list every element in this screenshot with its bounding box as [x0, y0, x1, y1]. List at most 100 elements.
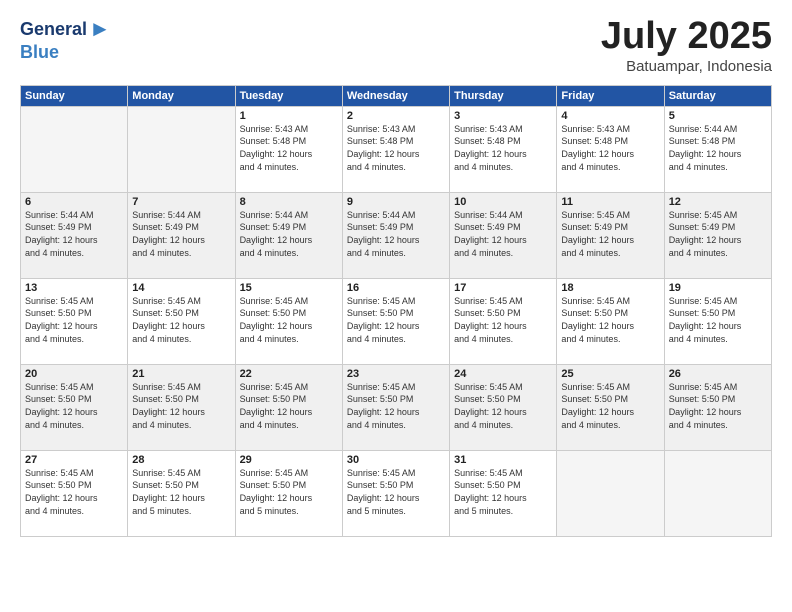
day-info: Sunrise: 5:43 AM Sunset: 5:48 PM Dayligh…: [240, 123, 338, 173]
table-row: 6Sunrise: 5:44 AM Sunset: 5:49 PM Daylig…: [21, 192, 128, 278]
day-number: 7: [132, 196, 230, 208]
table-row: 24Sunrise: 5:45 AM Sunset: 5:50 PM Dayli…: [450, 364, 557, 450]
day-info: Sunrise: 5:45 AM Sunset: 5:50 PM Dayligh…: [454, 295, 552, 345]
day-info: Sunrise: 5:45 AM Sunset: 5:50 PM Dayligh…: [132, 467, 230, 517]
day-info: Sunrise: 5:45 AM Sunset: 5:50 PM Dayligh…: [347, 467, 445, 517]
day-info: Sunrise: 5:45 AM Sunset: 5:50 PM Dayligh…: [669, 295, 767, 345]
calendar-week-row: 6Sunrise: 5:44 AM Sunset: 5:49 PM Daylig…: [21, 192, 772, 278]
table-row: 2Sunrise: 5:43 AM Sunset: 5:48 PM Daylig…: [342, 106, 449, 192]
day-number: 13: [25, 282, 123, 294]
logo-general: General: [20, 19, 87, 40]
day-info: Sunrise: 5:45 AM Sunset: 5:50 PM Dayligh…: [454, 467, 552, 517]
table-row: 12Sunrise: 5:45 AM Sunset: 5:49 PM Dayli…: [664, 192, 771, 278]
day-number: 21: [132, 368, 230, 380]
day-number: 2: [347, 110, 445, 122]
table-row: 30Sunrise: 5:45 AM Sunset: 5:50 PM Dayli…: [342, 450, 449, 536]
table-row: 11Sunrise: 5:45 AM Sunset: 5:49 PM Dayli…: [557, 192, 664, 278]
table-row: 8Sunrise: 5:44 AM Sunset: 5:49 PM Daylig…: [235, 192, 342, 278]
table-row: 16Sunrise: 5:45 AM Sunset: 5:50 PM Dayli…: [342, 278, 449, 364]
table-row: 27Sunrise: 5:45 AM Sunset: 5:50 PM Dayli…: [21, 450, 128, 536]
table-row: 21Sunrise: 5:45 AM Sunset: 5:50 PM Dayli…: [128, 364, 235, 450]
calendar-table: Sunday Monday Tuesday Wednesday Thursday…: [20, 85, 772, 537]
day-number: 11: [561, 196, 659, 208]
day-info: Sunrise: 5:43 AM Sunset: 5:48 PM Dayligh…: [454, 123, 552, 173]
day-info: Sunrise: 5:45 AM Sunset: 5:50 PM Dayligh…: [132, 381, 230, 431]
calendar-week-row: 27Sunrise: 5:45 AM Sunset: 5:50 PM Dayli…: [21, 450, 772, 536]
day-info: Sunrise: 5:44 AM Sunset: 5:49 PM Dayligh…: [454, 209, 552, 259]
calendar-week-row: 20Sunrise: 5:45 AM Sunset: 5:50 PM Dayli…: [21, 364, 772, 450]
table-row: 13Sunrise: 5:45 AM Sunset: 5:50 PM Dayli…: [21, 278, 128, 364]
day-info: Sunrise: 5:45 AM Sunset: 5:50 PM Dayligh…: [25, 295, 123, 345]
table-row: 23Sunrise: 5:45 AM Sunset: 5:50 PM Dayli…: [342, 364, 449, 450]
day-info: Sunrise: 5:45 AM Sunset: 5:49 PM Dayligh…: [561, 209, 659, 259]
day-info: Sunrise: 5:44 AM Sunset: 5:48 PM Dayligh…: [669, 123, 767, 173]
day-number: 14: [132, 282, 230, 294]
day-info: Sunrise: 5:45 AM Sunset: 5:50 PM Dayligh…: [454, 381, 552, 431]
calendar-header-row: Sunday Monday Tuesday Wednesday Thursday…: [21, 85, 772, 106]
day-number: 10: [454, 196, 552, 208]
day-info: Sunrise: 5:45 AM Sunset: 5:50 PM Dayligh…: [132, 295, 230, 345]
day-number: 22: [240, 368, 338, 380]
day-info: Sunrise: 5:44 AM Sunset: 5:49 PM Dayligh…: [132, 209, 230, 259]
day-number: 16: [347, 282, 445, 294]
day-info: Sunrise: 5:44 AM Sunset: 5:49 PM Dayligh…: [25, 209, 123, 259]
table-row: 10Sunrise: 5:44 AM Sunset: 5:49 PM Dayli…: [450, 192, 557, 278]
table-row: 17Sunrise: 5:45 AM Sunset: 5:50 PM Dayli…: [450, 278, 557, 364]
day-number: 17: [454, 282, 552, 294]
table-row: 31Sunrise: 5:45 AM Sunset: 5:50 PM Dayli…: [450, 450, 557, 536]
logo-blue: Blue: [20, 42, 59, 63]
day-number: 1: [240, 110, 338, 122]
day-number: 12: [669, 196, 767, 208]
table-row: 4Sunrise: 5:43 AM Sunset: 5:48 PM Daylig…: [557, 106, 664, 192]
table-row: [557, 450, 664, 536]
table-row: 28Sunrise: 5:45 AM Sunset: 5:50 PM Dayli…: [128, 450, 235, 536]
day-info: Sunrise: 5:45 AM Sunset: 5:50 PM Dayligh…: [347, 381, 445, 431]
day-info: Sunrise: 5:45 AM Sunset: 5:50 PM Dayligh…: [240, 295, 338, 345]
day-number: 15: [240, 282, 338, 294]
table-row: 9Sunrise: 5:44 AM Sunset: 5:49 PM Daylig…: [342, 192, 449, 278]
day-info: Sunrise: 5:45 AM Sunset: 5:50 PM Dayligh…: [25, 381, 123, 431]
table-row: 18Sunrise: 5:45 AM Sunset: 5:50 PM Dayli…: [557, 278, 664, 364]
col-tuesday: Tuesday: [235, 85, 342, 106]
calendar-week-row: 13Sunrise: 5:45 AM Sunset: 5:50 PM Dayli…: [21, 278, 772, 364]
day-number: 30: [347, 454, 445, 466]
day-info: Sunrise: 5:45 AM Sunset: 5:50 PM Dayligh…: [240, 381, 338, 431]
day-number: 18: [561, 282, 659, 294]
location-subtitle: Batuampar, Indonesia: [601, 58, 772, 75]
day-info: Sunrise: 5:44 AM Sunset: 5:49 PM Dayligh…: [240, 209, 338, 259]
day-number: 26: [669, 368, 767, 380]
day-number: 3: [454, 110, 552, 122]
day-info: Sunrise: 5:45 AM Sunset: 5:49 PM Dayligh…: [669, 209, 767, 259]
day-number: 4: [561, 110, 659, 122]
day-info: Sunrise: 5:45 AM Sunset: 5:50 PM Dayligh…: [347, 295, 445, 345]
day-number: 20: [25, 368, 123, 380]
day-number: 6: [25, 196, 123, 208]
day-info: Sunrise: 5:45 AM Sunset: 5:50 PM Dayligh…: [561, 381, 659, 431]
day-info: Sunrise: 5:45 AM Sunset: 5:50 PM Dayligh…: [669, 381, 767, 431]
table-row: 19Sunrise: 5:45 AM Sunset: 5:50 PM Dayli…: [664, 278, 771, 364]
col-sunday: Sunday: [21, 85, 128, 106]
col-thursday: Thursday: [450, 85, 557, 106]
day-number: 29: [240, 454, 338, 466]
table-row: 15Sunrise: 5:45 AM Sunset: 5:50 PM Dayli…: [235, 278, 342, 364]
table-row: 7Sunrise: 5:44 AM Sunset: 5:49 PM Daylig…: [128, 192, 235, 278]
table-row: 1Sunrise: 5:43 AM Sunset: 5:48 PM Daylig…: [235, 106, 342, 192]
day-number: 25: [561, 368, 659, 380]
table-row: 25Sunrise: 5:45 AM Sunset: 5:50 PM Dayli…: [557, 364, 664, 450]
month-title: July 2025: [601, 16, 772, 58]
logo-arrow-icon: ►: [89, 16, 111, 42]
table-row: 29Sunrise: 5:45 AM Sunset: 5:50 PM Dayli…: [235, 450, 342, 536]
table-row: 3Sunrise: 5:43 AM Sunset: 5:48 PM Daylig…: [450, 106, 557, 192]
table-row: [664, 450, 771, 536]
day-number: 24: [454, 368, 552, 380]
day-number: 9: [347, 196, 445, 208]
header: General ► Blue July 2025 Batuampar, Indo…: [20, 16, 772, 75]
day-number: 27: [25, 454, 123, 466]
day-info: Sunrise: 5:45 AM Sunset: 5:50 PM Dayligh…: [25, 467, 123, 517]
col-wednesday: Wednesday: [342, 85, 449, 106]
table-row: [21, 106, 128, 192]
table-row: 20Sunrise: 5:45 AM Sunset: 5:50 PM Dayli…: [21, 364, 128, 450]
day-number: 28: [132, 454, 230, 466]
col-friday: Friday: [557, 85, 664, 106]
day-info: Sunrise: 5:43 AM Sunset: 5:48 PM Dayligh…: [561, 123, 659, 173]
